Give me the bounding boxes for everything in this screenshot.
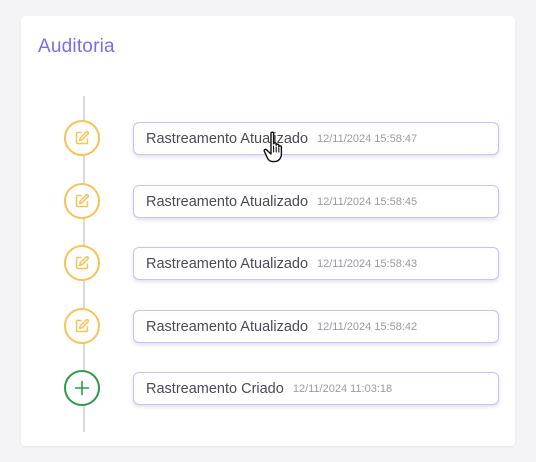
audit-entry-label: Rastreamento Criado — [146, 380, 284, 397]
plus-icon — [64, 370, 100, 406]
timeline-entry: Rastreamento Atualizado 12/11/2024 15:58… — [21, 243, 515, 287]
audit-entry-timestamp: 12/11/2024 15:58:45 — [317, 195, 418, 208]
audit-entry-card[interactable]: Rastreamento Criado 12/11/2024 11:03:18 — [133, 372, 499, 405]
audit-entry-label: Rastreamento Atualizado — [146, 255, 309, 272]
timeline-entry: Rastreamento Atualizado 12/11/2024 15:58… — [21, 306, 515, 350]
panel-title: Auditoria — [38, 36, 115, 57]
edit-icon — [64, 308, 100, 344]
audit-entry-card[interactable]: Rastreamento Atualizado 12/11/2024 15:58… — [133, 185, 499, 218]
audit-entry-timestamp: 12/11/2024 15:58:42 — [317, 320, 418, 333]
audit-entry-card[interactable]: Rastreamento Atualizado 12/11/2024 15:58… — [133, 310, 499, 343]
audit-entry-card[interactable]: Rastreamento Atualizado 12/11/2024 15:58… — [133, 247, 499, 280]
timeline-entry: Rastreamento Criado 12/11/2024 11:03:18 — [21, 368, 515, 412]
edit-icon — [64, 120, 100, 156]
audit-entry-label: Rastreamento Atualizado — [146, 318, 309, 335]
edit-icon — [64, 183, 100, 219]
edit-icon — [64, 245, 100, 281]
timeline-entry: Rastreamento Atualizado 12/11/2024 15:58… — [21, 181, 515, 225]
hand-pointer-cursor-icon — [263, 131, 283, 163]
audit-entry-card[interactable]: Rastreamento Atualizado 12/11/2024 15:58… — [133, 122, 499, 155]
audit-entry-timestamp: 12/11/2024 15:58:47 — [317, 132, 418, 145]
audit-panel: Auditoria Rastreamento Atualizado 12/11/… — [21, 16, 515, 446]
audit-entry-timestamp: 12/11/2024 11:03:18 — [292, 382, 393, 395]
audit-entry-label: Rastreamento Atualizado — [146, 193, 309, 210]
audit-entry-timestamp: 12/11/2024 15:58:43 — [317, 257, 418, 270]
